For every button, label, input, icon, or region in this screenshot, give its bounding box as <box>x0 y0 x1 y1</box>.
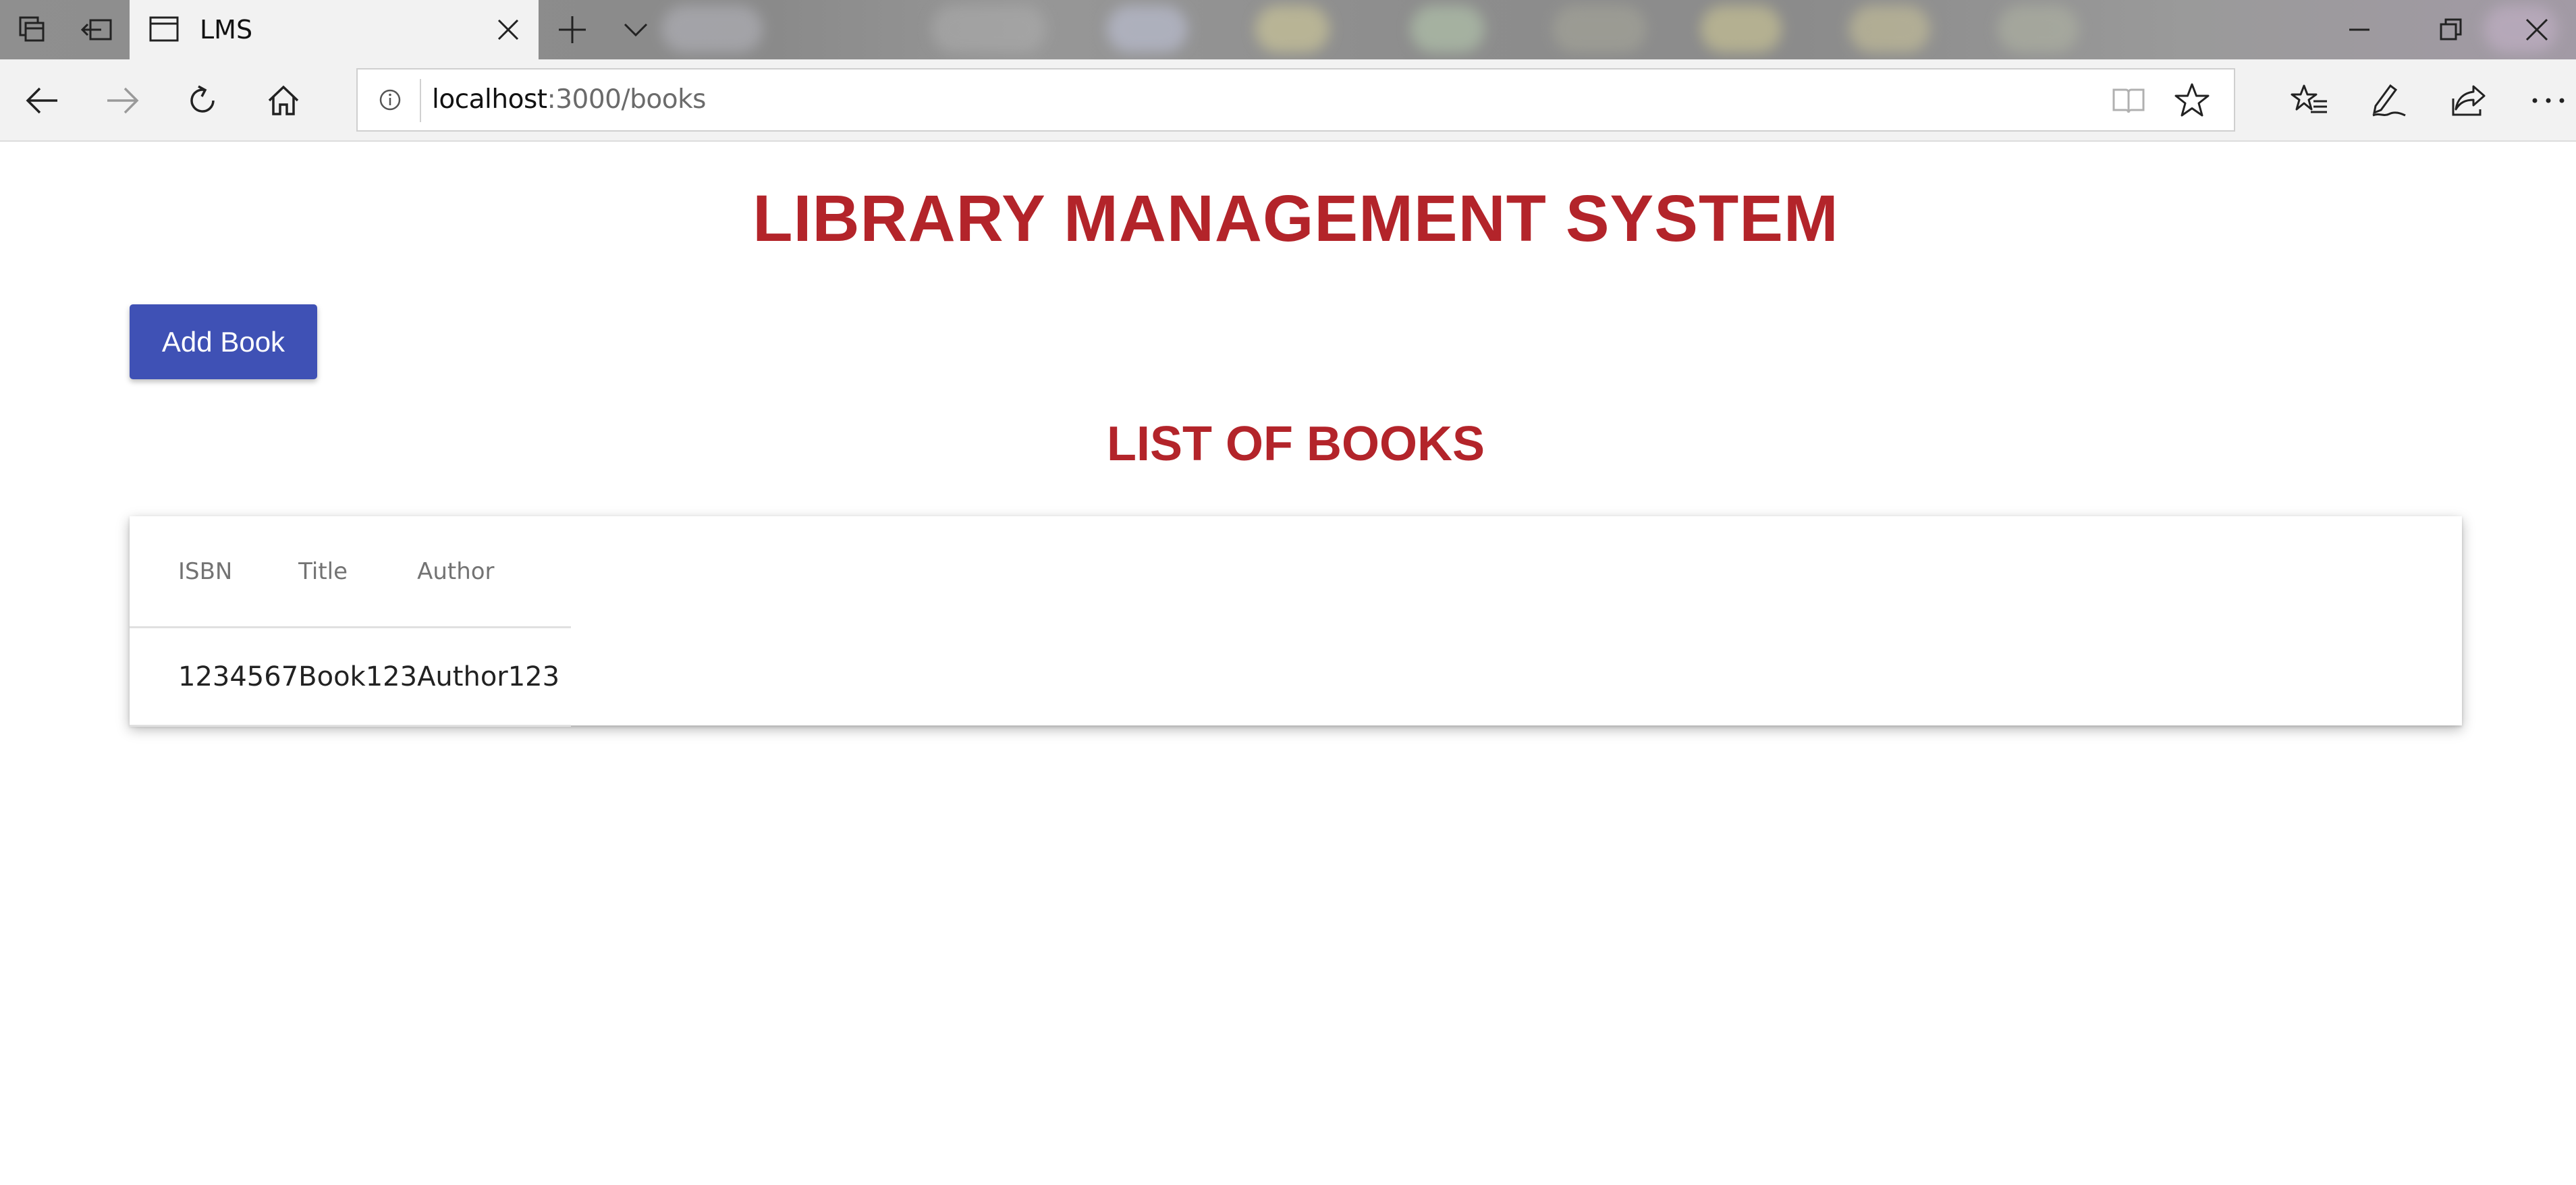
background-blur <box>1998 5 2079 53</box>
browser-tab-strip: LMS <box>0 0 2576 59</box>
reading-view-icon[interactable] <box>2111 83 2146 118</box>
back-arrow-icon[interactable] <box>18 76 66 125</box>
more-dots-icon[interactable] <box>2524 76 2573 125</box>
restore-icon[interactable] <box>2405 0 2497 59</box>
books-table: ISBN Title Author 1234567 Book123 Author… <box>130 516 572 727</box>
table-row[interactable]: 1234567 Book123 Author123 <box>130 627 572 727</box>
pen-notes-icon[interactable] <box>2365 76 2413 125</box>
share-icon[interactable] <box>2444 76 2493 125</box>
refresh-icon[interactable] <box>178 76 227 125</box>
address-bar[interactable]: localhost:3000/books <box>356 68 2235 132</box>
browser-toolbar: localhost:3000/books <box>0 59 2576 142</box>
cell-isbn: 1234567 <box>130 627 299 727</box>
set-aside-tabs-icon[interactable] <box>65 0 130 59</box>
active-tab[interactable]: LMS <box>130 0 539 59</box>
home-icon[interactable] <box>259 76 308 125</box>
close-icon[interactable] <box>2497 0 2576 59</box>
list-title: LIST OF BOOKS <box>1106 417 1485 471</box>
background-blur <box>931 5 1046 53</box>
tab-close-icon[interactable] <box>491 13 525 47</box>
page-icon <box>149 16 179 42</box>
tab-title: LMS <box>200 15 253 45</box>
forward-arrow-icon <box>99 76 147 125</box>
background-blur <box>1255 5 1330 53</box>
background-blur <box>1552 5 1647 53</box>
table-header-row: ISBN Title Author <box>130 516 572 628</box>
favorite-star-icon[interactable] <box>2173 82 2211 119</box>
column-header-author[interactable]: Author <box>417 516 572 628</box>
url-text[interactable]: localhost:3000/books <box>432 84 706 115</box>
plus-icon[interactable] <box>540 0 605 59</box>
background-blur <box>1410 5 1485 53</box>
add-book-button[interactable]: Add Book <box>130 304 317 379</box>
url-host: localhost <box>432 84 547 115</box>
background-blur <box>1849 5 1930 53</box>
background-blur <box>1701 5 1782 53</box>
background-blur <box>661 5 763 53</box>
column-header-isbn[interactable]: ISBN <box>130 516 299 628</box>
tabs-aside-icon[interactable] <box>0 0 65 59</box>
books-table-card: ISBN Title Author 1234567 Book123 Author… <box>130 516 2462 727</box>
favorites-list-icon[interactable] <box>2285 76 2334 125</box>
column-header-title[interactable]: Title <box>298 516 418 628</box>
url-path: :3000/books <box>547 84 707 115</box>
chevron-down-icon[interactable] <box>603 0 668 59</box>
page-title: LIBRARY MANAGEMENT SYSTEM <box>752 182 1839 255</box>
cell-title: Book123 <box>298 627 418 727</box>
info-icon[interactable] <box>375 85 405 115</box>
cell-author: Author123 <box>417 627 572 727</box>
background-blur <box>1107 5 1188 53</box>
address-divider <box>420 79 421 122</box>
minimize-icon[interactable] <box>2313 0 2405 59</box>
